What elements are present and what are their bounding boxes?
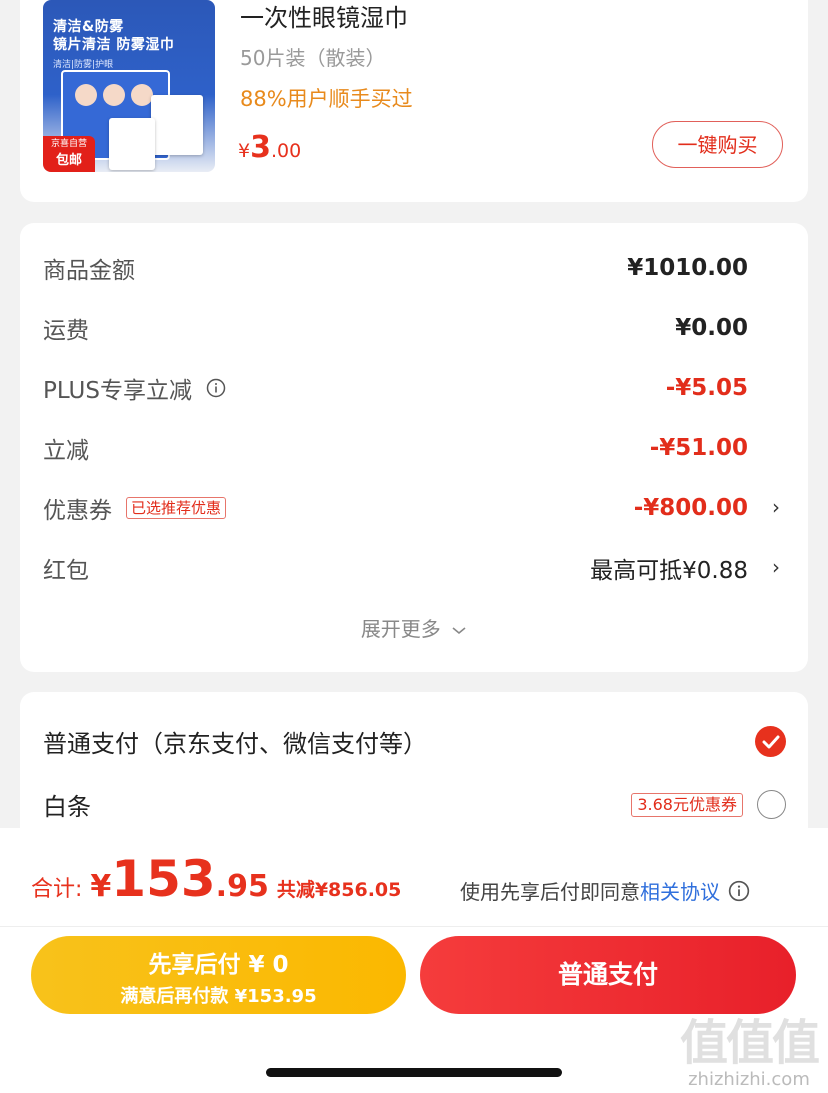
summary-value: ¥0.00	[675, 315, 748, 341]
summary-row-goods-amount: 商品金额 ¥1010.00	[43, 248, 748, 288]
price-integer: 3	[250, 130, 271, 165]
summary-row-shipping: 运费 ¥0.00	[43, 308, 748, 348]
order-summary-card: 商品金额 ¥1010.00 运费 ¥0.00 PLUS专享立减 -¥5.05 立…	[20, 223, 808, 672]
total-label: 合计:	[31, 877, 83, 902]
divider	[0, 926, 828, 927]
payment-option-label: 普通支付（京东支付、微信支付等）	[43, 730, 427, 758]
checkout-bar: 合计: ¥ 153 .95 共减¥856.05 使用先享后付即同意 相关协议 先…	[0, 828, 828, 1093]
image-text-1: 清洁&防雾	[53, 19, 124, 35]
info-icon[interactable]	[728, 880, 750, 902]
payment-option-label: 白条	[43, 793, 91, 821]
product-title: 一次性眼镜湿巾	[240, 4, 408, 32]
chevron-right-icon[interactable]: ›	[772, 495, 780, 519]
total-integer: 153	[111, 850, 216, 908]
summary-value: -¥5.05	[665, 375, 748, 401]
image-text-3: 清洁|防雾|护眼	[53, 60, 114, 70]
agreement-notice: 使用先享后付即同意 相关协议	[460, 876, 750, 905]
one-click-buy-button[interactable]: 一键购买	[652, 121, 783, 168]
pay-later-line1: 先享后付 ¥ 0	[148, 952, 289, 978]
summary-label: 红包	[43, 558, 89, 584]
total-saved: 共减¥856.05	[276, 879, 402, 901]
product-sold-rate: 88%用户顺手买过	[240, 87, 413, 111]
total-currency: ¥	[90, 869, 112, 904]
order-total: 合计: ¥ 153 .95 共减¥856.05	[31, 850, 401, 908]
expand-more-button[interactable]: 展开更多	[20, 613, 808, 642]
image-text-2: 镜片清洁 防雾湿巾	[53, 37, 175, 53]
product-image[interactable]: 清洁&防雾镜片清洁 防雾湿巾 清洁|防雾|护眼 京喜自营 包邮	[43, 0, 215, 172]
product-card: 清洁&防雾 镜片清洁 防雾湿巾 清洁|防雾|护眼 京喜自营 包邮 一次性眼镜湿巾 …	[20, 0, 808, 202]
summary-label: 运费	[43, 318, 89, 344]
watermark-url: zhizhizhi.com	[688, 1069, 810, 1090]
home-indicator[interactable]	[266, 1068, 562, 1077]
summary-value: 最高可抵¥0.88	[590, 558, 748, 584]
watermark-logo: 值值值 zhizhizhi.com	[679, 1003, 820, 1090]
product-spec: 50片装（散装）	[240, 46, 386, 70]
chevron-right-icon[interactable]: ›	[772, 555, 780, 579]
radio-checked-icon[interactable]	[755, 726, 786, 757]
payment-option-normal[interactable]: 普通支付（京东支付、微信支付等）	[43, 724, 786, 759]
summary-row-plus-discount: PLUS专享立减 -¥5.05	[43, 368, 748, 408]
pay-later-line2: 满意后再付款 ¥153.95	[120, 986, 317, 1007]
summary-row-coupon[interactable]: 优惠券 已选推荐优惠 -¥800.00	[43, 488, 748, 528]
total-decimal: .95	[215, 869, 269, 904]
shipping-badge: 京喜自营 包邮	[43, 136, 95, 172]
summary-value: ¥1010.00	[627, 255, 748, 281]
summary-row-red-packet[interactable]: 红包 最高可抵¥0.88	[43, 548, 748, 588]
pay-later-button[interactable]: 先享后付 ¥ 0 满意后再付款 ¥153.95	[31, 936, 406, 1014]
summary-label: 立减	[43, 438, 89, 464]
summary-row-instant-discount: 立减 -¥51.00	[43, 428, 748, 468]
price-currency: ¥	[238, 140, 251, 162]
agreement-link[interactable]: 相关协议	[640, 876, 720, 905]
product-pack-graphic	[109, 118, 155, 170]
summary-value: -¥51.00	[649, 435, 748, 461]
agreement-text: 使用先享后付即同意	[460, 880, 640, 904]
radio-unchecked-icon[interactable]	[757, 790, 786, 819]
coupon-recommended-tag: 已选推荐优惠	[126, 497, 227, 519]
summary-label: 商品金额	[43, 258, 135, 284]
price-decimal: .00	[270, 140, 302, 162]
chevron-down-icon	[452, 627, 466, 635]
baitiao-coupon-tag: 3.68元优惠券	[631, 792, 743, 817]
badge-top-text: 京喜自营	[50, 139, 87, 149]
payment-option-baitiao[interactable]: 白条 3.68元优惠券	[43, 787, 786, 822]
expand-more-label: 展开更多	[360, 617, 441, 641]
badge-bottom-text: 包邮	[55, 153, 82, 168]
summary-label: 优惠券	[43, 498, 112, 524]
summary-label: PLUS专享立减	[43, 378, 192, 404]
product-price: ¥3.00	[238, 130, 301, 165]
info-icon[interactable]	[206, 378, 226, 398]
summary-value: -¥800.00	[633, 495, 748, 521]
product-pack-graphic	[151, 95, 203, 155]
watermark-big: 值值值	[679, 1015, 820, 1071]
